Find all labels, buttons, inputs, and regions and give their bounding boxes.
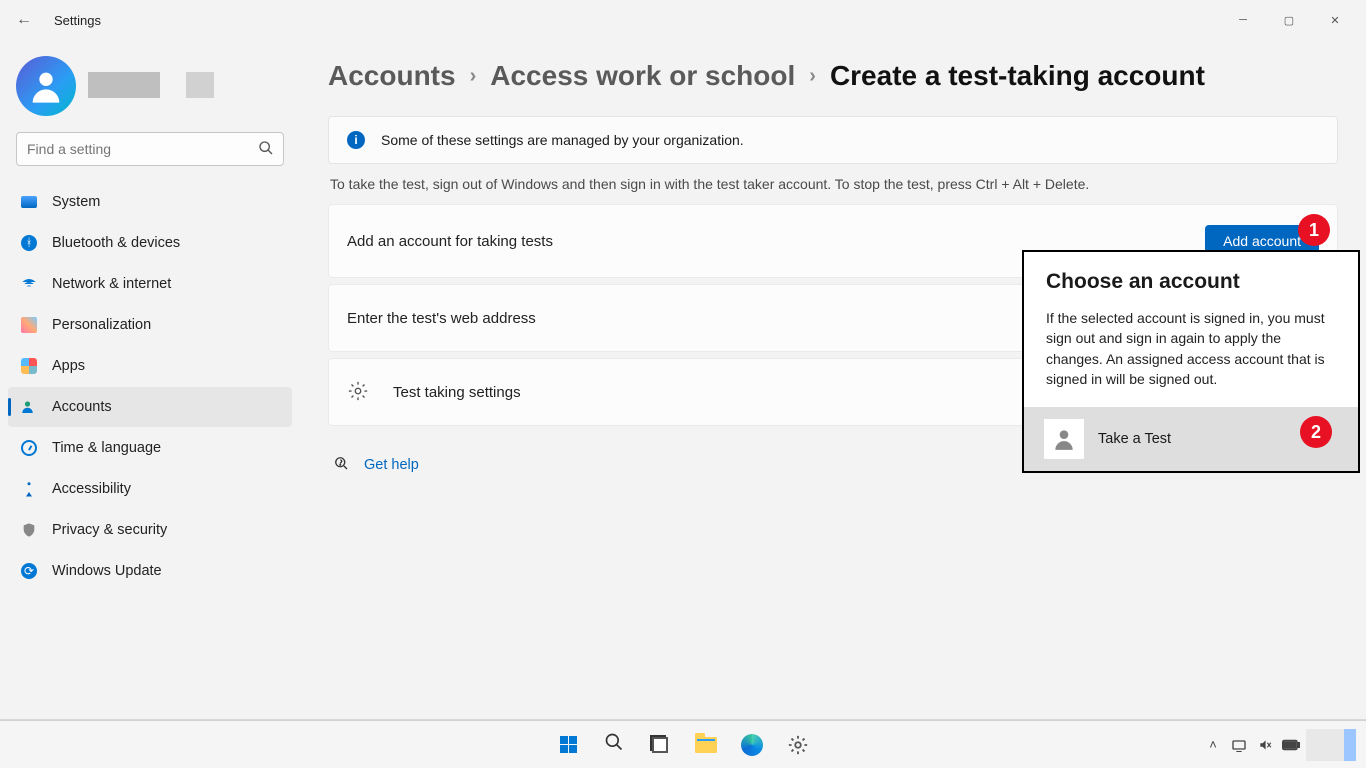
user-name-redacted xyxy=(88,72,288,101)
chevron-right-icon: › xyxy=(809,65,816,88)
sidebar-item-accounts[interactable]: Accounts xyxy=(8,387,292,427)
search-icon xyxy=(604,732,624,758)
popup-title: Choose an account xyxy=(1046,270,1338,294)
nav-list: System ᚼBluetooth & devices Network & in… xyxy=(8,182,292,591)
tray-overflow-icon[interactable]: ˄ xyxy=(1202,734,1224,756)
battery-tray-icon[interactable] xyxy=(1280,734,1302,756)
account-avatar-icon xyxy=(1044,419,1084,459)
wifi-icon xyxy=(20,275,38,293)
monitor-icon xyxy=(20,193,38,211)
volume-tray-icon[interactable] xyxy=(1254,734,1276,756)
user-avatar-icon xyxy=(16,56,76,116)
settings-taskbar-button[interactable] xyxy=(778,725,818,765)
back-button[interactable]: ← xyxy=(8,11,40,29)
help-icon xyxy=(332,454,350,475)
maximize-button[interactable]: ▢ xyxy=(1266,4,1312,36)
system-tray[interactable]: ˄ xyxy=(1202,729,1356,761)
network-tray-icon[interactable] xyxy=(1228,734,1250,756)
sidebar-item-time[interactable]: Time & language xyxy=(8,428,292,468)
taskbar: ˄ xyxy=(0,720,1366,768)
update-icon: ⟳ xyxy=(20,562,38,580)
apps-icon xyxy=(20,357,38,375)
popup-description: If the selected account is signed in, yo… xyxy=(1046,308,1338,389)
sidebar-item-accessibility[interactable]: Accessibility xyxy=(8,469,292,509)
sidebar-item-personalization[interactable]: Personalization xyxy=(8,305,292,345)
sidebar-item-system[interactable]: System xyxy=(8,182,292,222)
window-controls: ─ ▢ ✕ xyxy=(1220,4,1358,36)
accessibility-icon xyxy=(20,480,38,498)
accounts-icon xyxy=(20,398,38,416)
instructions-text: To take the test, sign out of Windows an… xyxy=(330,176,1338,192)
org-managed-text: Some of these settings are managed by yo… xyxy=(381,132,744,148)
test-settings-label: Test taking settings xyxy=(393,384,521,401)
gear-icon xyxy=(347,380,369,405)
add-account-label: Add an account for taking tests xyxy=(347,233,553,250)
minimize-button[interactable]: ─ xyxy=(1220,4,1266,36)
chevron-right-icon: › xyxy=(470,65,477,88)
shield-icon xyxy=(20,521,38,539)
sidebar: System ᚼBluetooth & devices Network & in… xyxy=(0,40,300,728)
task-view-button[interactable] xyxy=(640,725,680,765)
search-wrap xyxy=(8,132,292,166)
bluetooth-icon: ᚼ xyxy=(20,234,38,252)
org-managed-banner: i Some of these settings are managed by … xyxy=(328,116,1338,164)
get-help-link[interactable]: Get help xyxy=(364,457,419,473)
page-title: Create a test-taking account xyxy=(830,60,1205,92)
annotation-badge-2: 2 xyxy=(1300,416,1332,448)
sidebar-item-privacy[interactable]: Privacy & security xyxy=(8,510,292,550)
titlebar: ← Settings ─ ▢ ✕ xyxy=(0,0,1366,40)
edge-icon xyxy=(741,734,763,756)
close-button[interactable]: ✕ xyxy=(1312,4,1358,36)
gear-icon xyxy=(787,734,809,756)
search-icon xyxy=(258,140,274,159)
taskbar-search[interactable] xyxy=(594,725,634,765)
brush-icon xyxy=(20,316,38,334)
file-explorer-button[interactable] xyxy=(686,725,726,765)
sidebar-item-network[interactable]: Network & internet xyxy=(8,264,292,304)
annotation-badge-1: 1 xyxy=(1298,214,1330,246)
breadcrumb: Accounts › Access work or school › Creat… xyxy=(328,60,1338,92)
account-name: Take a Test xyxy=(1098,431,1171,447)
window-title: Settings xyxy=(54,13,101,28)
start-button[interactable] xyxy=(548,725,588,765)
windows-icon xyxy=(560,736,577,753)
profile-block[interactable] xyxy=(8,48,292,132)
edge-button[interactable] xyxy=(732,725,772,765)
task-view-icon xyxy=(652,737,668,753)
breadcrumb-accounts[interactable]: Accounts xyxy=(328,60,456,92)
breadcrumb-access-work-school[interactable]: Access work or school xyxy=(490,60,795,92)
sidebar-item-update[interactable]: ⟳Windows Update xyxy=(8,551,292,591)
folder-icon xyxy=(695,737,717,753)
clock-icon xyxy=(20,439,38,457)
sidebar-item-apps[interactable]: Apps xyxy=(8,346,292,386)
info-icon: i xyxy=(347,131,365,149)
search-input[interactable] xyxy=(16,132,284,166)
web-address-label: Enter the test's web address xyxy=(347,310,536,327)
sidebar-item-bluetooth[interactable]: ᚼBluetooth & devices xyxy=(8,223,292,263)
clock-area[interactable] xyxy=(1306,729,1356,761)
